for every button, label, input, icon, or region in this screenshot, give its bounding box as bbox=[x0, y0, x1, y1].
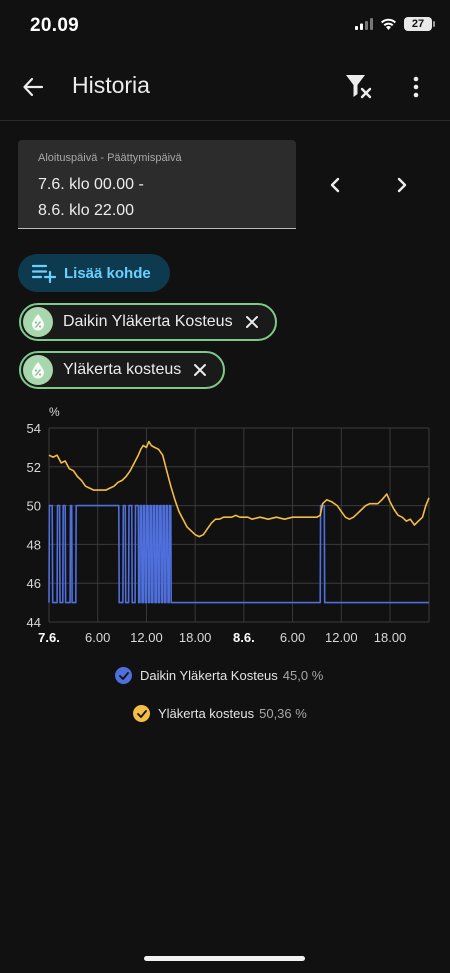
add-entity-label: Lisää kohde bbox=[64, 264, 151, 282]
checkbox-checked-icon bbox=[133, 705, 150, 722]
water-percent-icon bbox=[23, 355, 53, 385]
history-chart[interactable]: 44 46 48 50 52 54 7.6. 6.00 12.00 18.00 8.6. 6.00 12… bbox=[0, 400, 450, 660]
x-tick-label: 7.6. bbox=[38, 630, 60, 645]
entity-chip[interactable]: Yläkerta kosteus bbox=[19, 351, 226, 389]
checkbox-checked-icon bbox=[115, 667, 132, 684]
wifi-icon bbox=[381, 18, 396, 30]
status-bar: 20.09 27 bbox=[0, 0, 450, 52]
date-range-label: Aloituspäivä - Päättymispäivä bbox=[38, 152, 182, 164]
series-line-2 bbox=[48, 440, 430, 538]
x-tick-label: 18.00 bbox=[179, 630, 212, 645]
x-tick-label: 18.00 bbox=[374, 630, 407, 645]
y-tick-label: 50 bbox=[27, 499, 41, 514]
x-tick-label: 12.00 bbox=[130, 630, 163, 645]
y-tick-label: 46 bbox=[27, 576, 41, 591]
dots-vertical-icon bbox=[413, 76, 419, 98]
entity-chip[interactable]: Daikin Yläkerta Kosteus bbox=[19, 303, 277, 341]
date-range-picker[interactable]: Aloituspäivä - Päättymispäivä 7.6. klo 0… bbox=[18, 140, 296, 229]
back-button[interactable] bbox=[18, 72, 48, 102]
water-percent-icon bbox=[23, 307, 53, 337]
remove-chip-button[interactable] bbox=[189, 359, 211, 381]
x-tick-label: 8.6. bbox=[233, 630, 255, 645]
date-range-value: 7.6. klo 00.00 - 8.6. klo 22.00 bbox=[38, 172, 288, 224]
series-line-1 bbox=[48, 504, 429, 604]
entity-chip-label: Yläkerta kosteus bbox=[63, 361, 182, 378]
status-icons: 27 bbox=[355, 17, 435, 31]
home-indicator bbox=[144, 956, 305, 961]
x-tick-label: 6.00 bbox=[85, 630, 110, 645]
y-tick-label: 48 bbox=[27, 537, 41, 552]
status-time: 20.09 bbox=[30, 15, 80, 36]
playlist-add-icon bbox=[32, 264, 56, 283]
y-axis-unit: % bbox=[49, 405, 60, 419]
y-tick-label: 52 bbox=[27, 460, 41, 475]
app-bar: Historia bbox=[0, 52, 450, 121]
legend-label: Daikin Yläkerta Kosteus bbox=[140, 668, 278, 683]
battery-icon: 27 bbox=[404, 17, 435, 31]
previous-period-button[interactable] bbox=[322, 172, 348, 198]
y-tick-label: 44 bbox=[27, 615, 41, 630]
x-tick-label: 12.00 bbox=[325, 630, 358, 645]
legend-item[interactable]: Yläkerta kosteus 50,36 % bbox=[133, 705, 307, 722]
add-entity-button[interactable]: Lisää kohde bbox=[18, 254, 170, 292]
arrow-left-icon bbox=[23, 77, 44, 97]
close-icon bbox=[245, 316, 258, 328]
remove-chip-button[interactable] bbox=[241, 311, 263, 333]
date-range-end: 8.6. klo 22.00 bbox=[38, 202, 135, 219]
legend-item[interactable]: Daikin Yläkerta Kosteus 45,0 % bbox=[115, 667, 323, 684]
legend-value: 50,36 % bbox=[259, 706, 307, 721]
chevron-left-icon bbox=[330, 177, 340, 193]
legend-label: Yläkerta kosteus bbox=[158, 706, 255, 721]
next-period-button[interactable] bbox=[389, 172, 415, 198]
chevron-right-icon bbox=[397, 177, 407, 193]
page-title: Historia bbox=[72, 72, 150, 98]
entity-chip-label: Daikin Yläkerta Kosteus bbox=[63, 313, 233, 330]
date-range-start: 7.6. klo 00.00 - bbox=[38, 176, 144, 193]
filter-remove-icon bbox=[346, 75, 372, 99]
signal-icon bbox=[355, 18, 373, 30]
clear-filter-button[interactable] bbox=[343, 72, 375, 102]
close-icon bbox=[194, 364, 207, 376]
legend-value: 45,0 % bbox=[282, 668, 324, 683]
y-tick-label: 54 bbox=[27, 421, 41, 436]
x-tick-label: 6.00 bbox=[280, 630, 305, 645]
battery-level: 27 bbox=[411, 18, 425, 30]
more-options-button[interactable] bbox=[402, 72, 430, 102]
